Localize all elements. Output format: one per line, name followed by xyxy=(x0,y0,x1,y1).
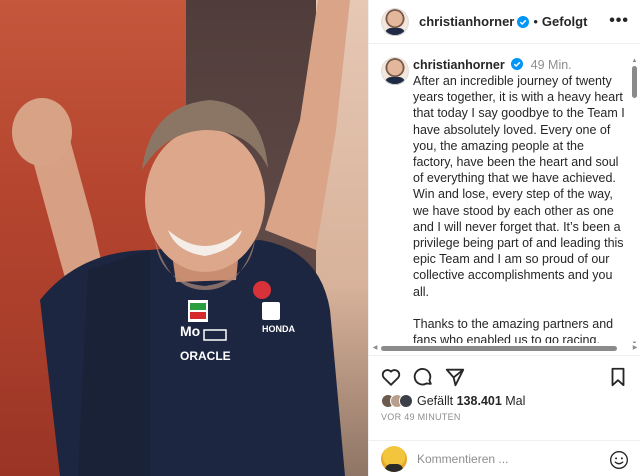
likes-count-text[interactable]: Gefällt 138.401 Mal xyxy=(417,394,525,408)
horizontal-scrollbar-thumb[interactable] xyxy=(381,346,617,351)
action-bar xyxy=(369,355,640,395)
verified-badge-icon xyxy=(511,58,524,70)
paper-plane-icon[interactable] xyxy=(444,366,466,388)
likes-row[interactable]: Gefällt 138.401 Mal xyxy=(381,392,525,410)
scroll-left-icon[interactable]: ◀ xyxy=(371,344,379,352)
photo-person-illustration: Mo ORACLE HONDA xyxy=(12,0,350,476)
bookmark-icon[interactable] xyxy=(607,366,629,388)
heart-icon[interactable] xyxy=(380,366,402,388)
scroll-up-icon[interactable]: ▲ xyxy=(631,58,638,65)
scrollbar-thumb[interactable] xyxy=(632,66,637,98)
verified-badge-icon xyxy=(517,15,530,28)
viewer-avatar xyxy=(381,445,407,472)
smiley-icon[interactable] xyxy=(609,450,629,470)
caption-vertical-scrollbar[interactable]: ▲ ▼ xyxy=(631,58,638,348)
caption-username[interactable]: christianhorner xyxy=(413,58,505,72)
post-details-panel: christianhorner • Gefolgt ••• christianh… xyxy=(368,0,640,476)
comment-bubble-icon[interactable] xyxy=(412,366,434,388)
svg-text:Mo: Mo xyxy=(180,323,200,339)
caption-header: christianhorner 49 Min. xyxy=(413,57,572,73)
scroll-right-icon[interactable]: ▶ xyxy=(631,344,639,352)
author-avatar[interactable] xyxy=(381,7,409,36)
svg-text:ORACLE: ORACLE xyxy=(180,349,231,363)
caption-author-avatar[interactable] xyxy=(381,57,409,85)
follow-status-button[interactable]: Gefolgt xyxy=(542,14,588,29)
post-timestamp: VOR 49 MINUTEN xyxy=(381,412,461,422)
author-username[interactable]: christianhorner xyxy=(419,14,514,29)
caption-area: christianhorner 49 Min. After an incredi… xyxy=(369,45,640,343)
svg-text:HONDA: HONDA xyxy=(262,324,295,334)
comment-bar xyxy=(369,440,640,476)
post-header: christianhorner • Gefolgt ••• xyxy=(369,0,640,44)
comment-input[interactable] xyxy=(417,451,577,466)
liker-avatars xyxy=(381,394,413,408)
caption-time: 49 Min. xyxy=(530,58,572,72)
caption-text: After an incredible journey of twenty ye… xyxy=(413,74,625,343)
liker-avatar xyxy=(399,394,413,408)
more-options-icon[interactable]: ••• xyxy=(609,13,629,29)
caption-horizontal-scrollbar[interactable]: ◀ ▶ xyxy=(369,343,640,353)
post-photo[interactable]: Mo ORACLE HONDA xyxy=(0,0,368,476)
header-separator: • xyxy=(533,14,538,29)
